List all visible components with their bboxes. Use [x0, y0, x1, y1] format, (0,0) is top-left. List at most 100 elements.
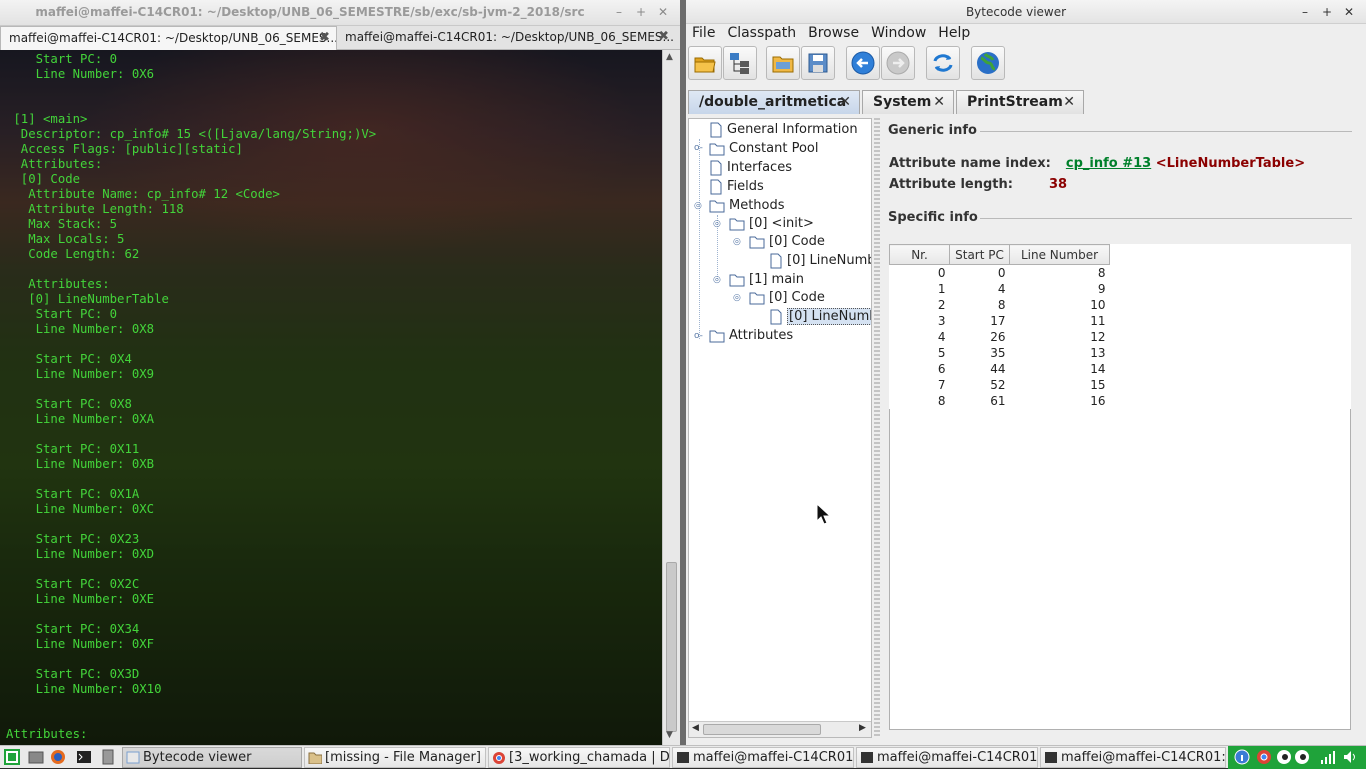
- tree-item-attributes[interactable]: Attributes: [709, 327, 793, 345]
- firefox-icon[interactable]: [50, 749, 66, 765]
- task-bytecode-viewer[interactable]: Bytecode viewer: [122, 747, 302, 768]
- chrome-icon[interactable]: [1256, 749, 1272, 765]
- task-chrome[interactable]: [3_working_chamada | Di...: [488, 747, 670, 768]
- tree-item-fields[interactable]: Fields: [709, 178, 764, 196]
- web-button[interactable]: [971, 46, 1005, 80]
- tree-horizontal-scrollbar[interactable]: ◀ ▶: [689, 721, 871, 737]
- menu-browse[interactable]: Browse: [802, 24, 865, 44]
- column-header-start-pc[interactable]: Start PC: [949, 244, 1010, 265]
- tab-printstream[interactable]: PrintStream ✕: [956, 90, 1084, 114]
- tree-item-methods[interactable]: Methods: [709, 197, 785, 215]
- column-header-line-number[interactable]: Line Number: [1009, 244, 1110, 265]
- terminal-icon[interactable]: [76, 749, 92, 765]
- pane-splitter[interactable]: [874, 118, 880, 738]
- open-button[interactable]: [688, 46, 722, 80]
- scroll-up-icon[interactable]: ▲: [666, 52, 673, 62]
- task-terminal-2[interactable]: maffei@maffei-C14CR01: ...: [856, 747, 1038, 768]
- tree-item-init-code[interactable]: [0] Code: [749, 233, 825, 251]
- close-icon[interactable]: ✖: [319, 27, 330, 49]
- minimize-icon[interactable]: –: [1298, 4, 1312, 20]
- table-row[interactable]: 4 26 12: [890, 329, 1352, 345]
- collapse-icon[interactable]: ◎: [713, 275, 721, 285]
- tree-item-main[interactable]: [1] main: [729, 271, 804, 289]
- terminal-window: maffei@maffei-C14CR01: ~/Desktop/UNB_06_…: [0, 0, 680, 745]
- menu-file[interactable]: File: [686, 24, 721, 44]
- info-icon[interactable]: [1234, 749, 1250, 765]
- minimize-icon[interactable]: –: [612, 4, 626, 20]
- close-icon[interactable]: ✕: [1063, 91, 1075, 114]
- eye-icon[interactable]: [1294, 749, 1310, 765]
- menu-icon[interactable]: [4, 749, 20, 765]
- close-icon[interactable]: ✖: [658, 26, 669, 48]
- tree-item-init-linenumbertable[interactable]: [0] LineNumb: [769, 252, 871, 270]
- tree-item-main-linenumbertable[interactable]: [0] LineNumb: [769, 308, 871, 326]
- task-file-manager[interactable]: [missing - File Manager]: [304, 747, 486, 768]
- calculator-icon[interactable]: [100, 749, 116, 765]
- menu-classpath[interactable]: Classpath: [721, 24, 802, 44]
- table-row[interactable]: 2 8 10: [890, 297, 1352, 313]
- table-row[interactable]: 5 35 13: [890, 345, 1352, 361]
- task-terminal-1[interactable]: maffei@maffei-C14CR01: ...: [672, 747, 854, 768]
- table-row[interactable]: 3 17 11: [890, 313, 1352, 329]
- expand-icon[interactable]: o-: [694, 143, 703, 153]
- column-header-nr[interactable]: Nr.: [889, 244, 950, 265]
- table-row[interactable]: 0 0 8: [890, 265, 1352, 281]
- tab-double-aritmetica[interactable]: /double_aritmetica ✕: [688, 90, 860, 114]
- terminal-output: Start PC: 0 Line Number: 0X6 [1] <main> …: [6, 52, 377, 741]
- file-icon: [770, 309, 782, 324]
- tree-item-interfaces[interactable]: Interfaces: [709, 159, 792, 177]
- viewer-titlebar[interactable]: Bytecode viewer – + ✕: [686, 0, 1366, 24]
- back-button[interactable]: [846, 46, 880, 80]
- menu-window[interactable]: Window: [865, 24, 932, 44]
- table-row[interactable]: 8 61 16: [890, 393, 1352, 409]
- network-signal-icon[interactable]: [1320, 749, 1336, 765]
- collapse-icon[interactable]: ◎: [733, 237, 741, 247]
- volume-icon[interactable]: [1342, 749, 1358, 765]
- tree-item-general-information[interactable]: General Information: [709, 121, 858, 139]
- refresh-button[interactable]: [926, 46, 960, 80]
- eye-icon[interactable]: [1276, 749, 1292, 765]
- file-manager-icon[interactable]: [28, 749, 44, 765]
- terminal-output-area[interactable]: Start PC: 0 Line Number: 0X6 [1] <main> …: [0, 50, 662, 745]
- scrollbar-thumb[interactable]: [666, 562, 677, 732]
- start-pc-cell: 52: [990, 377, 1006, 392]
- terminal-scrollbar[interactable]: ▲ ▼: [662, 50, 680, 745]
- terminal-titlebar[interactable]: maffei@maffei-C14CR01: ~/Desktop/UNB_06_…: [0, 0, 680, 26]
- browse-button[interactable]: [766, 46, 800, 80]
- forward-button[interactable]: [881, 46, 915, 80]
- scroll-down-icon[interactable]: ▼: [666, 730, 673, 740]
- collapse-icon[interactable]: ◎: [733, 293, 741, 303]
- start-pc-cell: 44: [990, 361, 1006, 376]
- tab-system[interactable]: System ✕: [862, 90, 954, 114]
- task-terminal-3[interactable]: maffei@maffei-C14CR01: ...: [1040, 747, 1226, 768]
- nr-cell: 7: [937, 377, 946, 392]
- table-row[interactable]: 6 44 14: [890, 361, 1352, 377]
- close-icon[interactable]: ✕: [656, 4, 670, 20]
- expand-icon[interactable]: o-: [694, 331, 703, 341]
- terminal-tab-1[interactable]: maffei@maffei-C14CR01: ~/Desktop/UNB_06_…: [0, 26, 337, 50]
- tree-item-constant-pool[interactable]: Constant Pool: [709, 140, 818, 158]
- terminal-tab-2[interactable]: maffei@maffei-C14CR01: ~/Desktop/UNB_06_…: [337, 26, 675, 50]
- scrollbar-thumb[interactable]: [703, 724, 821, 735]
- hierarchy-button[interactable]: [723, 46, 757, 80]
- scroll-right-icon[interactable]: ▶: [859, 723, 866, 733]
- collapse-icon[interactable]: ◎: [694, 201, 702, 211]
- tree-item-init[interactable]: [0] <init>: [729, 215, 814, 233]
- tree-item-main-code[interactable]: [0] Code: [749, 289, 825, 307]
- table-row[interactable]: 7 52 15: [890, 377, 1352, 393]
- close-icon[interactable]: ✕: [1342, 4, 1356, 20]
- table-row[interactable]: 1 4 9: [890, 281, 1352, 297]
- nr-cell: 6: [937, 361, 946, 376]
- tree-item-label: Methods: [729, 198, 785, 213]
- close-icon[interactable]: ✕: [839, 91, 851, 114]
- collapse-icon[interactable]: ◎: [713, 219, 721, 229]
- nr-cell: 4: [937, 329, 946, 344]
- menu-help[interactable]: Help: [932, 24, 976, 44]
- save-button[interactable]: [801, 46, 835, 80]
- scroll-left-icon[interactable]: ◀: [692, 723, 699, 733]
- cp-info-link[interactable]: cp_info #13: [1066, 156, 1151, 171]
- close-icon[interactable]: ✕: [933, 91, 945, 114]
- maximize-icon[interactable]: +: [1320, 4, 1334, 20]
- class-tree[interactable]: General Information o- Constant Pool Int…: [688, 118, 872, 738]
- maximize-icon[interactable]: +: [634, 4, 648, 20]
